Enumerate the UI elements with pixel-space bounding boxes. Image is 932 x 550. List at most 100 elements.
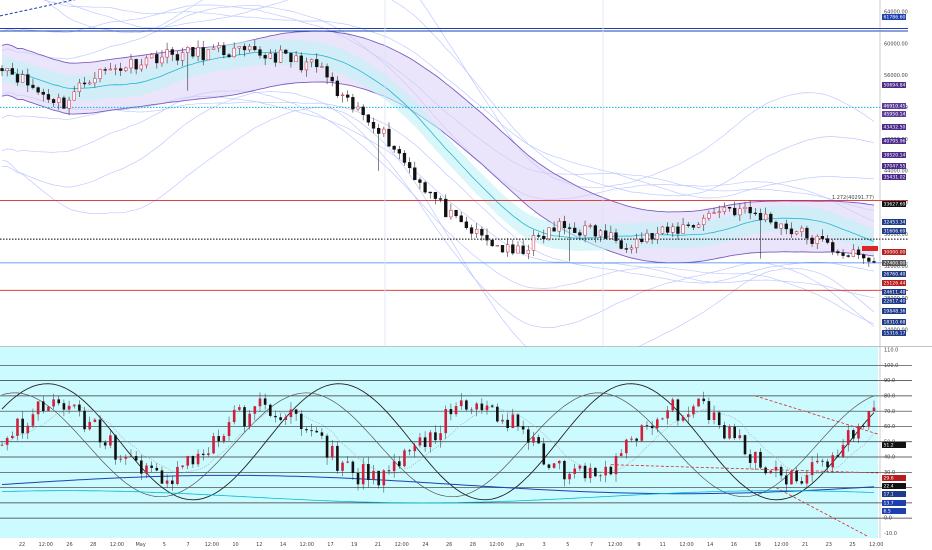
price-tag: 33627.69 [882,201,906,208]
price-tag: 19848.36 [882,308,906,315]
oscillator-candle-body [805,475,809,484]
oscillator-candle-body [836,455,840,457]
candle-body [139,64,143,70]
oscillator-candle-body [506,419,509,429]
price-tag-label: 24611.48 [884,290,906,296]
candle-body [5,68,9,72]
oscillator-candle-body [356,472,360,485]
candle-body [387,128,391,147]
oscillator-candle-body [320,432,324,436]
candle-body [315,59,319,68]
candle-body [629,247,634,250]
candle-body [779,223,783,229]
price-tag: 45950.14 [882,111,906,118]
candle-body [665,226,670,233]
candle-body [289,53,293,63]
price-tag-label: 22617.40 [884,299,906,305]
candle-body [371,122,376,129]
candle-body [784,223,788,230]
candle-body [588,225,592,227]
x-tick-label: 18 [754,542,760,548]
candle-body [552,227,556,232]
price-tag: 15316.17 [882,330,906,337]
oscillator-candle-body [542,443,546,465]
price-tag-label: 17.1 [884,492,894,498]
candle-body [144,57,149,66]
oscillator-candle-body [459,400,463,407]
candle-body [273,53,278,63]
oscillator-candle-body [588,467,592,479]
candle-body [598,230,603,237]
oscillator-candle-body [201,453,205,456]
candle-body [82,82,87,85]
trading-chart[interactable]: 1.272(40291.77) 64000.0060000.0056000.00… [0,0,932,550]
candle-body [753,212,757,215]
candle-body [206,49,211,61]
oscillator-candle-body [62,403,66,410]
oscillator-candle-body [630,438,633,440]
oscillator-candle-body [485,405,489,411]
candle-body [72,91,76,101]
oscillator-tag: 6.5 [882,508,906,515]
x-tick-label: Jun [515,542,524,548]
candle-body [485,234,489,241]
oscillator-candle-body [315,430,319,433]
oscillator-candle-body [779,466,783,476]
oscillator-candle-body [93,419,97,422]
candle-body [278,49,283,63]
candle-body [134,59,138,70]
x-tick-label: May [135,542,145,548]
x-tick-label: 28 [90,542,96,548]
oscillator-candle-body [361,464,365,485]
oscillator-tick-label: 60.0 [884,424,895,430]
oscillator-candle-body [454,406,458,415]
price-tag-label: 19848.36 [884,309,906,315]
candle-body [650,232,654,240]
oscillator-tag: 13.7 [882,500,906,507]
candle-body [820,236,825,239]
x-tick-label: 24 [422,542,428,548]
candle-body [346,94,350,98]
price-tag-label: 35431.02 [884,175,906,181]
candle-body [480,228,484,236]
oscillator-candle-body [717,412,721,426]
candle-body [567,227,572,229]
candle-body [707,213,711,219]
candle-body [846,255,850,257]
oscillator-candle-body [57,399,61,404]
candle-body [825,238,830,243]
oscillator-candle-body [702,398,706,402]
price-tag: 37047.55 [882,163,906,170]
candle-body [500,245,505,253]
oscillator-candle-body [532,437,535,443]
oscillator-tag: 51.2 [882,442,906,449]
oscillator-candle-body [191,455,195,465]
candle-body [691,225,696,228]
price-tag: 27400.00 [882,260,906,267]
candle-body [62,97,66,109]
candle-body [36,87,40,93]
price-panel[interactable]: 1.272(40291.77) [0,0,908,367]
oscillator-candle-body [733,426,736,439]
candle-body [459,215,463,223]
oscillator-candle-body [305,429,308,431]
oscillator-candle-body [114,435,117,460]
candle-body [619,240,623,249]
candle-body [521,245,525,254]
oscillator-tag: 22.4 [882,483,906,490]
candle-body [573,227,577,233]
x-tick-label: 16 [731,542,737,548]
x-tick-label: 23 [826,542,832,548]
candle-body [815,236,819,244]
candle-body [41,91,45,95]
candle-body [712,212,716,214]
oscillator-panel[interactable] [0,347,912,538]
candle-body [604,230,608,239]
candle-body [377,128,381,134]
oscillator-candle-body [423,437,427,448]
oscillator-candle-body [872,407,876,412]
candle-body [227,54,231,58]
oscillator-candle-body [88,421,92,430]
candle-body [31,84,35,88]
candle-body [433,192,438,199]
